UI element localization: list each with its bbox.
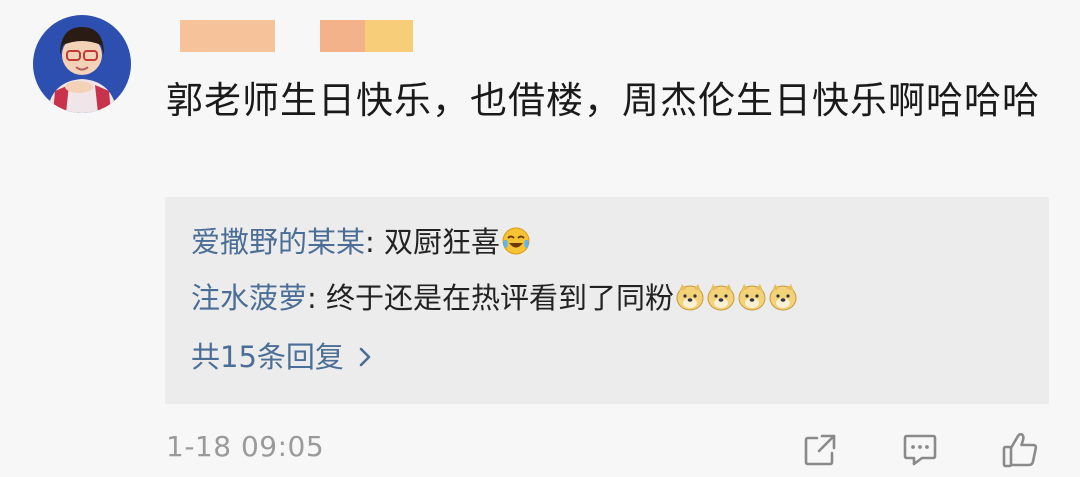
reply-separator: : [307, 281, 327, 315]
doge-emoji [706, 282, 736, 322]
username-blurred-block-1 [180, 20, 275, 52]
comment-timestamp: 1-18 09:05 [166, 430, 325, 463]
thumbs-up-icon[interactable] [1000, 430, 1040, 470]
laugh-cry-emoji [501, 226, 531, 266]
comment-text: 郭老师生日快乐，也借楼，周杰伦生日快乐啊哈哈哈 [166, 79, 1040, 122]
reply-item[interactable]: 注水菠萝: 终于还是在热评看到了同粉 [191, 278, 798, 322]
reply-author[interactable]: 注水菠萝 [191, 281, 307, 315]
username-blurred-block-3 [365, 20, 413, 52]
doge-emoji [675, 282, 705, 322]
comment-icon[interactable] [900, 430, 940, 470]
more-replies-label: 共15条回复 [191, 340, 344, 374]
more-replies-link[interactable]: 共15条回复 [191, 337, 372, 378]
share-icon[interactable] [800, 430, 840, 470]
avatar[interactable] [33, 15, 131, 113]
reply-author[interactable]: 爱撒野的某某 [191, 225, 365, 259]
username-blurred-block-2 [320, 20, 365, 52]
reply-separator: : [365, 225, 385, 259]
reply-item[interactable]: 爱撒野的某某: 双厨狂喜 [191, 222, 531, 266]
chevron-right-icon [358, 338, 372, 378]
replies-box[interactable]: 爱撒野的某某: 双厨狂喜 注水菠萝: 终于还是在热评看到了同粉 共15条回复 [165, 197, 1049, 404]
reply-text: 终于还是在热评看到了同粉 [326, 281, 675, 315]
doge-emoji [737, 282, 767, 322]
doge-emoji [768, 282, 798, 322]
reply-text: 双厨狂喜 [384, 225, 501, 259]
